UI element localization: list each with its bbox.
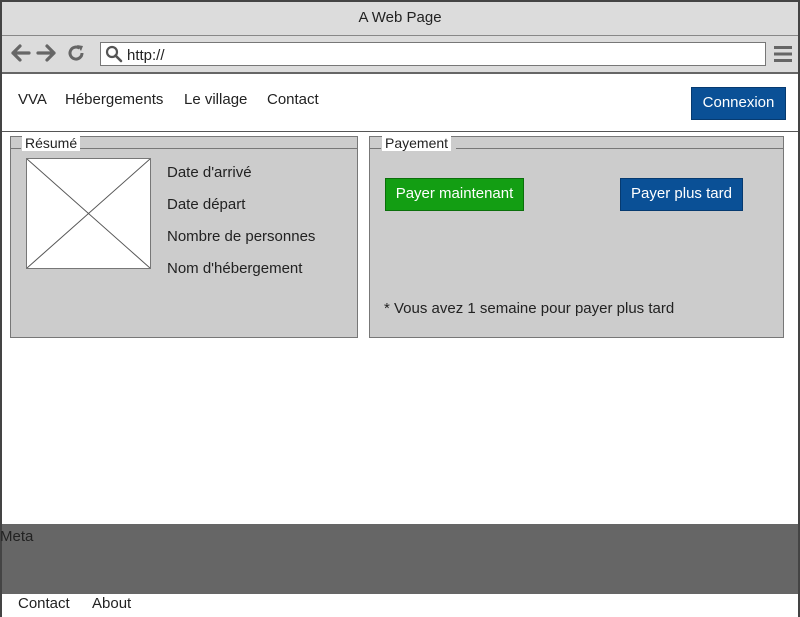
footer: Contact About: [2, 594, 798, 617]
departure-date-label: Date départ: [167, 196, 246, 213]
legend-line: [456, 148, 783, 149]
accommodation-name-label: Nom d'hébergement: [167, 260, 303, 277]
legend-line: [370, 148, 381, 149]
login-button[interactable]: Connexion: [691, 87, 786, 120]
payment-legend: Payement: [382, 135, 452, 151]
pay-later-button[interactable]: Payer plus tard: [620, 178, 743, 211]
window-title: A Web Page: [2, 2, 798, 36]
search-icon: [105, 45, 123, 63]
legend-line: [11, 148, 21, 149]
summary-panel: Résumé Date d'arrivé Date départ Nombre …: [10, 135, 358, 338]
legend-line: [79, 148, 357, 149]
summary-legend: Résumé: [22, 135, 81, 151]
site-navigation: VVA Hébergements Le village Contact Conn…: [2, 74, 798, 132]
url-text: http://: [127, 47, 165, 64]
reload-icon[interactable]: [65, 42, 87, 64]
pay-later-note: * Vous avez 1 semaine pour payer plus ta…: [384, 300, 675, 317]
arrival-date-label: Date d'arrivé: [167, 164, 252, 181]
payment-panel: Payement Payer maintenant Payer plus tar…: [369, 135, 784, 338]
nav-brand-link[interactable]: VVA: [18, 91, 47, 108]
browser-window: A Web Page http:// VVA Hébergements Le v…: [0, 0, 800, 617]
url-input[interactable]: http://: [100, 42, 766, 66]
back-arrow-icon[interactable]: [10, 42, 32, 64]
image-placeholder: [26, 158, 151, 269]
hamburger-menu-icon[interactable]: [773, 44, 793, 64]
nav-item-contact[interactable]: Contact: [267, 91, 319, 108]
address-bar-row: http://: [2, 36, 798, 74]
pay-now-button[interactable]: Payer maintenant: [385, 178, 524, 211]
guest-count-label: Nombre de personnes: [167, 228, 316, 245]
footer-link-about[interactable]: About: [92, 595, 131, 612]
footer-link-contact[interactable]: Contact: [18, 595, 70, 612]
nav-item-le-village[interactable]: Le village: [184, 91, 247, 108]
meta-label: Meta: [0, 528, 34, 545]
meta-bar: Meta: [0, 524, 798, 594]
nav-item-hebergements[interactable]: Hébergements: [65, 91, 163, 108]
forward-arrow-icon[interactable]: [35, 42, 57, 64]
